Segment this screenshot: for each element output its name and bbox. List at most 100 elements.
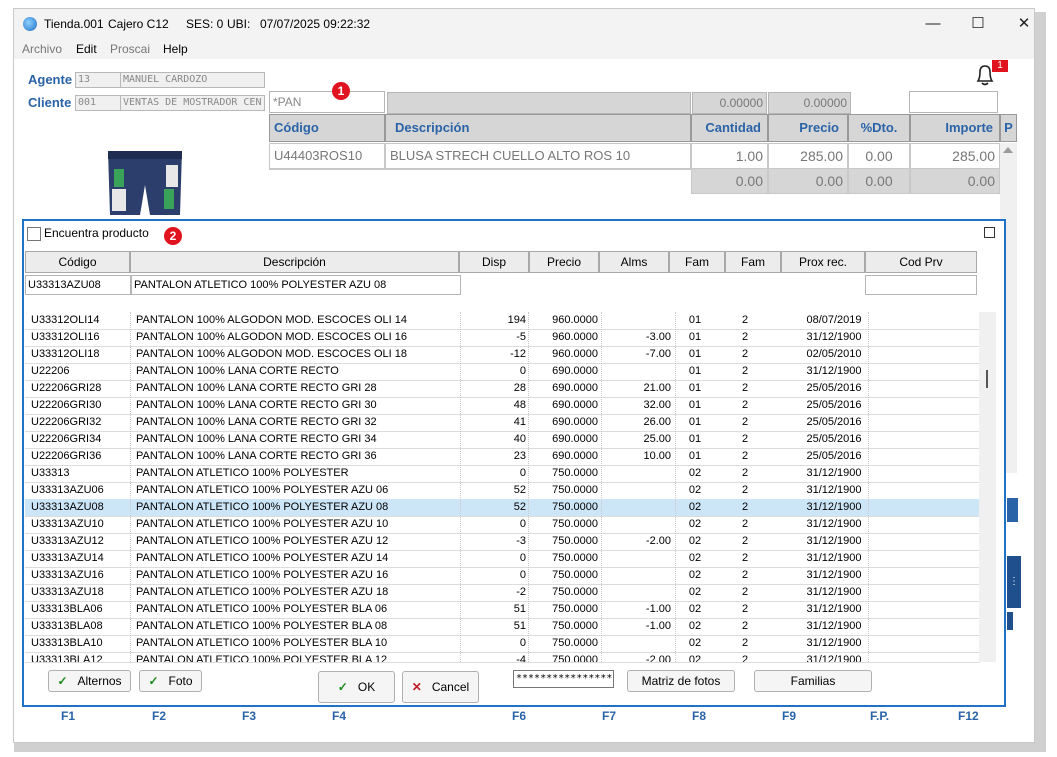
close-button[interactable]: ✕ <box>1002 13 1046 35</box>
fkey-f2[interactable]: F2 <box>152 709 166 723</box>
table-row[interactable]: U33313BLA08 PANTALON ATLETICO 100% POLYES… <box>25 618 980 636</box>
finder-col-alms[interactable]: Alms <box>599 251 669 273</box>
order-row-2-price[interactable]: 0.00 <box>768 168 848 194</box>
cell-disp: 52 <box>513 484 526 496</box>
side-tab-3[interactable] <box>1007 612 1013 630</box>
table-row[interactable]: U22206GRI30 PANTALON 100% LANA CORTE RECT… <box>25 397 980 415</box>
finder-col-prox[interactable]: Prox rec. <box>781 251 865 273</box>
product-search-input[interactable]: *PAN <box>269 91 385 113</box>
table-row[interactable]: U33313AZU18 PANTALON ATLETICO 100% POLYES… <box>25 584 980 602</box>
cell-precio: 690.0000 <box>552 399 598 411</box>
finder-col-fam1[interactable]: Fam <box>669 251 725 273</box>
scroll-up-arrow-icon[interactable] <box>1003 147 1013 153</box>
order-row-2-code[interactable] <box>269 168 385 170</box>
finder-col-codprv[interactable]: Cod Prv <box>865 251 977 273</box>
table-row[interactable]: U33313AZU14 PANTALON ATLETICO 100% POLYES… <box>25 550 980 568</box>
menu-help[interactable]: Help <box>163 42 188 56</box>
table-row[interactable]: U22206GRI34 PANTALON 100% LANA CORTE RECT… <box>25 431 980 449</box>
fkey-f4[interactable]: F4 <box>332 709 346 723</box>
finder-col-precio[interactable]: Precio <box>529 251 599 273</box>
finder-col-descripcion[interactable]: Descripción <box>130 251 459 273</box>
menu-edit[interactable]: Edit <box>76 42 97 56</box>
cell-desc: PANTALON 100% LANA CORTE RECTO <box>136 365 339 377</box>
table-row[interactable]: U22206 PANTALON 100% LANA CORTE RECTO 0 690… <box>25 363 980 381</box>
fkey-f7[interactable]: F7 <box>602 709 616 723</box>
order-row-2-importe[interactable]: 0.00 <box>910 168 1000 194</box>
find-product-checkbox[interactable] <box>27 227 41 241</box>
cell-fam1: 02 <box>688 518 702 530</box>
order-col-importe: Importe <box>910 114 1000 142</box>
finder-scroll-thumb[interactable] <box>986 370 988 388</box>
cell-fam2: 2 <box>741 467 749 479</box>
foto-button[interactable]: ✓ Foto <box>139 670 202 692</box>
cell-code: U33313AZU12 <box>31 535 104 547</box>
finder-col-fam2[interactable]: Fam <box>725 251 781 273</box>
menu-proscai[interactable]: Proscai <box>110 42 150 56</box>
table-row[interactable]: U33312OLI18 PANTALON 100% ALGODON MOD. ES… <box>25 346 980 364</box>
side-tab-1[interactable] <box>1007 498 1018 522</box>
agente-name-field[interactable]: MANUEL CARDOZO <box>120 72 265 88</box>
alternos-button[interactable]: ✓ Alternos <box>48 670 131 692</box>
cell-fam2: 2 <box>741 484 749 496</box>
fkey-f6[interactable]: F6 <box>512 709 526 723</box>
order-row-1-dto[interactable]: 0.00 <box>848 143 910 169</box>
order-row-2-desc[interactable] <box>385 168 691 170</box>
order-row-1-price[interactable]: 285.00 <box>768 143 848 169</box>
table-row[interactable]: U33313BLA10 PANTALON ATLETICO 100% POLYES… <box>25 635 980 653</box>
ok-button[interactable]: ✓ OK <box>318 671 395 703</box>
table-row[interactable]: U33313 PANTALON ATLETICO 100% POLYESTER 0 7… <box>25 465 980 483</box>
order-row-2-dto[interactable]: 0.00 <box>848 168 910 194</box>
maximize-button[interactable]: ☐ <box>956 13 1000 35</box>
order-row-2-qty[interactable]: 0.00 <box>691 168 768 194</box>
cell-code: U33313BLA10 <box>31 637 103 649</box>
order-row-1-importe[interactable]: 285.00 <box>910 143 1000 169</box>
cancel-button[interactable]: ✕ Cancel <box>402 671 479 703</box>
order-row-1-qty[interactable]: 1.00 <box>691 143 768 169</box>
extra-input[interactable] <box>909 91 998 113</box>
filter-codprv-input[interactable] <box>865 275 977 295</box>
cell-precio: 960.0000 <box>552 331 598 343</box>
order-row-1-desc[interactable]: BLUSA STRECH CUELLO ALTO ROS 10 <box>385 143 691 169</box>
fkey-fp[interactable]: F.P. <box>870 709 889 723</box>
cell-desc: PANTALON ATLETICO 100% POLYESTER AZU 12 <box>136 535 389 547</box>
cliente-name-field[interactable]: VENTAS DE MOSTRADOR CEN <box>120 95 265 111</box>
finder-col-codigo[interactable]: Código <box>25 251 130 273</box>
table-row[interactable]: U33313AZU06 PANTALON ATLETICO 100% POLYES… <box>25 482 980 500</box>
notification-count: 1 <box>992 60 1008 72</box>
table-row[interactable]: U33313BLA06 PANTALON ATLETICO 100% POLYES… <box>25 601 980 619</box>
cliente-code-field[interactable]: 001 <box>75 95 121 111</box>
table-row[interactable]: U33313AZU08 PANTALON ATLETICO 100% POLYES… <box>25 499 980 517</box>
agente-code-field[interactable]: 13 <box>75 72 121 88</box>
cell-fam1: 01 <box>688 382 702 394</box>
familias-button[interactable]: Familias <box>754 670 872 692</box>
fkey-f3[interactable]: F3 <box>242 709 256 723</box>
dialog-maximize-icon[interactable] <box>984 227 995 238</box>
filter-code-input[interactable]: U33313AZU08 <box>25 275 132 295</box>
table-row[interactable]: U33312OLI14 PANTALON 100% ALGODON MOD. ES… <box>25 312 980 330</box>
find-product-title: Encuentra producto <box>44 226 149 240</box>
menu-bar: Archivo Edit Proscai Help <box>14 39 1034 59</box>
table-row[interactable]: U22206GRI28 PANTALON 100% LANA CORTE RECT… <box>25 380 980 398</box>
cell-fam2: 2 <box>741 586 749 598</box>
table-row[interactable]: U33313AZU10 PANTALON ATLETICO 100% POLYES… <box>25 516 980 534</box>
side-tab-2[interactable]: ⋮ <box>1007 556 1021 608</box>
menu-archivo[interactable]: Archivo <box>22 42 62 56</box>
matriz-fotos-button[interactable]: Matriz de fotos <box>627 670 735 692</box>
table-row[interactable]: U33313AZU12 PANTALON ATLETICO 100% POLYES… <box>25 533 980 551</box>
fkey-f9[interactable]: F9 <box>782 709 796 723</box>
fkey-f1[interactable]: F1 <box>61 709 75 723</box>
table-row[interactable]: U33313BLA12 PANTALON ATLETICO 100% POLYES… <box>25 652 980 663</box>
fkey-f8[interactable]: F8 <box>692 709 706 723</box>
password-input[interactable]: **************** <box>513 670 614 688</box>
cell-precio: 690.0000 <box>552 433 598 445</box>
minimize-button[interactable]: — <box>911 13 955 35</box>
finder-col-disp[interactable]: Disp <box>459 251 529 273</box>
order-row-1-code[interactable]: U44403ROS10 <box>269 143 385 169</box>
table-row[interactable]: U33313AZU16 PANTALON ATLETICO 100% POLYES… <box>25 567 980 585</box>
table-row[interactable]: U33312OLI16 PANTALON 100% ALGODON MOD. ES… <box>25 329 980 347</box>
table-row[interactable]: U22206GRI32 PANTALON 100% LANA CORTE RECT… <box>25 414 980 432</box>
finder-scrollbar[interactable] <box>979 312 996 662</box>
fkey-f12[interactable]: F12 <box>958 709 979 723</box>
filter-desc-input[interactable]: PANTALON ATLETICO 100% POLYESTER AZU 08 <box>130 275 461 295</box>
table-row[interactable]: U22206GRI36 PANTALON 100% LANA CORTE RECT… <box>25 448 980 466</box>
